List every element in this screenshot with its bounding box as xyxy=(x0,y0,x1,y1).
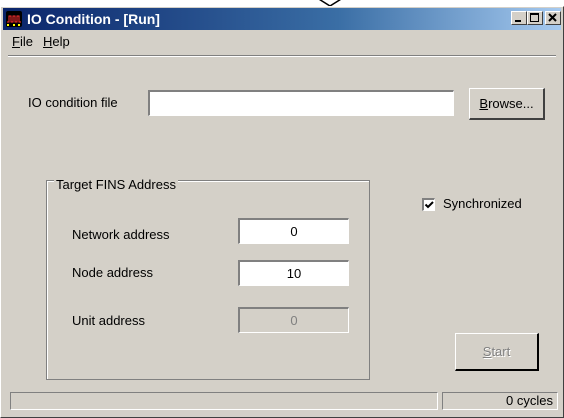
status-bar: 0 cycles xyxy=(2,392,560,410)
network-address-input[interactable] xyxy=(238,218,349,244)
menu-file-accel: F xyxy=(12,34,20,49)
close-button[interactable] xyxy=(545,11,561,25)
menu-bar: File Help xyxy=(3,33,561,51)
minimize-button[interactable] xyxy=(511,11,527,25)
maximize-icon xyxy=(530,13,539,22)
browse-accel: B xyxy=(479,95,489,111)
checkmark-icon xyxy=(424,201,434,209)
browse-label: rowse... xyxy=(488,95,534,111)
io-condition-file-label: IO condition file xyxy=(28,95,118,110)
status-message-pane xyxy=(10,392,438,410)
node-address-input[interactable] xyxy=(238,260,349,286)
pulse-waveform-icon xyxy=(6,11,22,27)
menu-file-label: ile xyxy=(19,34,33,49)
close-icon xyxy=(548,13,557,22)
menu-file[interactable]: File xyxy=(12,33,33,51)
target-fins-address-title: Target FINS Address xyxy=(54,177,178,192)
cycle-count-pane: 0 cycles xyxy=(442,392,558,410)
network-address-label: Network address xyxy=(72,227,170,242)
menu-separator xyxy=(8,55,556,57)
title-bar[interactable]: IO Condition - [Run] xyxy=(3,8,561,30)
menu-help[interactable]: Help xyxy=(43,33,70,51)
minimize-icon xyxy=(515,20,521,22)
menu-help-label: elp xyxy=(52,34,70,49)
maximize-button[interactable] xyxy=(527,11,543,25)
start-label: tart xyxy=(491,343,511,359)
unit-address-label: Unit address xyxy=(72,313,145,328)
io-condition-file-input[interactable] xyxy=(148,90,454,116)
window-title: IO Condition - [Run] xyxy=(27,11,160,27)
menu-help-accel: H xyxy=(43,34,53,49)
synchronized-label: Synchronized xyxy=(443,196,522,211)
start-button[interactable]: Start xyxy=(455,333,539,371)
synchronized-checkbox-box[interactable] xyxy=(422,198,435,211)
node-address-label: Node address xyxy=(72,265,153,280)
unit-address-input xyxy=(238,307,349,333)
browse-button[interactable]: Browse... xyxy=(469,88,545,120)
